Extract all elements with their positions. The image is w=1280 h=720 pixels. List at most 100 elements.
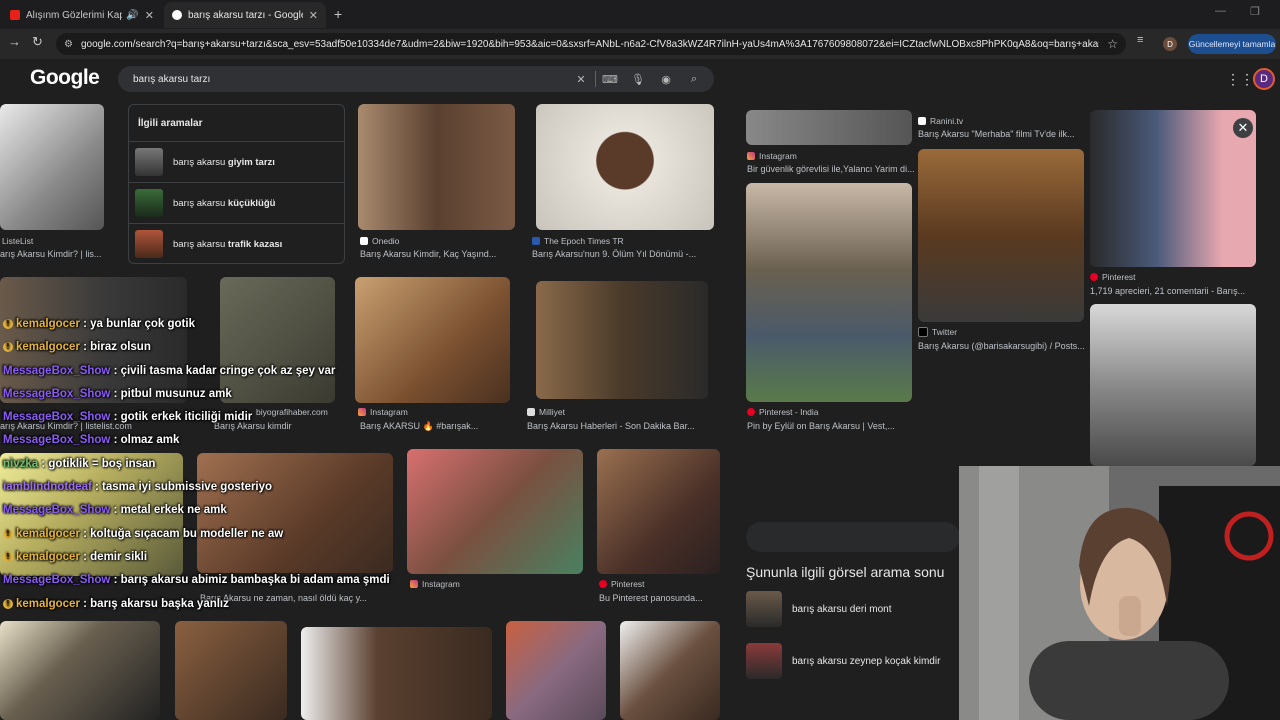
result-image-21[interactable] <box>1090 304 1256 466</box>
result-image-19[interactable] <box>918 149 1084 322</box>
chat-message: nivzka : gotiklik = boş insan <box>3 458 390 481</box>
chat-message: MessageBox_Show : çivili tasma kadar cri… <box>3 365 390 388</box>
clear-icon[interactable]: ✕ <box>567 73 595 86</box>
tab-search-icon[interactable]: ≡ <box>1137 34 1143 46</box>
visual-related-label: barış akarsu zeynep koçak kimdir <box>792 655 941 667</box>
result-title[interactable]: Barış Akarsu'nun 9. Ölüm Yıl Dönümü -... <box>532 249 717 259</box>
result-image-17[interactable] <box>746 110 912 145</box>
youtube-icon <box>10 10 20 20</box>
new-tab-icon[interactable]: + <box>334 6 342 22</box>
result-title[interactable]: arış Akarsu Kimdir? | lis... <box>0 249 110 259</box>
result-image-3[interactable] <box>536 104 714 230</box>
related-prefix: barış akarsu <box>173 197 226 209</box>
result-image-2[interactable] <box>358 104 515 230</box>
tab-youtube[interactable]: Alışınm Gözlerimi Kapamay 🔊 ✕ <box>2 2 162 28</box>
visual-related-label: barış akarsu deri mont <box>792 603 892 615</box>
close-icon[interactable]: ✕ <box>1233 118 1253 138</box>
result-source-row[interactable]: Twitter <box>918 327 957 337</box>
result-image-20[interactable] <box>1090 110 1256 267</box>
result-title[interactable]: Barış Akarsu (@barisakarsugibi) / Posts.… <box>918 341 1088 351</box>
visual-related-title: Şununla ilgili görsel arama sonu <box>746 564 945 580</box>
pinterest-icon <box>599 580 607 588</box>
lens-icon[interactable]: ◉ <box>652 73 680 86</box>
search-input[interactable]: barış akarsu tarzı ✕ ⌨ 🎙 ◉ ⌕ <box>118 66 714 92</box>
chat-message: ! kemalgocer : demir sikli <box>3 551 390 574</box>
address-bar[interactable]: ⚙ google.com/search?q=barış+akarsu+tarzı… <box>56 33 1126 55</box>
result-source-row[interactable]: Instagram <box>410 579 460 589</box>
milliyet-icon <box>527 408 535 416</box>
chat-text: : pitbul musunuz amk <box>110 387 232 400</box>
profile-icon[interactable]: D <box>1163 37 1177 51</box>
result-image-1[interactable] <box>0 104 104 230</box>
chat-message: ! kemalgocer : biraz olsun <box>3 341 390 364</box>
tab-google-search[interactable]: barış akarsu tarzı - Google'da A ✕ <box>164 2 326 28</box>
result-title[interactable]: Barış Akarsu Kimdir, Kaç Yaşınd... <box>360 249 520 259</box>
tab-close-icon[interactable]: ✕ <box>145 9 154 22</box>
chat-badge-icon: ! <box>3 528 13 539</box>
result-source-row[interactable]: Instagram <box>747 151 797 161</box>
result-image-15[interactable] <box>506 621 606 720</box>
instagram-icon <box>410 580 418 588</box>
result-image-10[interactable] <box>407 449 583 574</box>
visual-related-item[interactable]: barış akarsu deri mont <box>746 589 960 629</box>
result-source-row[interactable]: Pinterest - India <box>747 407 819 417</box>
result-title[interactable]: Barış Akarsu Haberleri - Son Dakika Bar.… <box>527 421 717 431</box>
result-source: The Epoch Times TR <box>544 236 624 246</box>
related-item[interactable]: barış akarsu giyim tarzı <box>129 141 344 182</box>
result-source[interactable]: ListeList <box>2 236 33 246</box>
related-item[interactable]: barış akarsu trafik kazası <box>129 223 344 264</box>
result-image-14[interactable] <box>301 627 492 720</box>
search-icon[interactable]: ⌕ <box>680 73 708 86</box>
result-title[interactable]: Bu Pinterest panosunda... <box>599 593 724 603</box>
reload-icon[interactable]: ↻ <box>32 34 43 50</box>
result-source: Pinterest <box>611 579 645 589</box>
visual-related-item[interactable]: barış akarsu zeynep koçak kimdir <box>746 641 960 681</box>
webcam-feed <box>959 466 1280 720</box>
audio-icon[interactable]: 🔊 <box>126 10 138 21</box>
result-source-row[interactable]: Milliyet <box>527 407 565 417</box>
result-source-row[interactable]: Pinterest <box>1090 272 1136 282</box>
update-button[interactable]: Güncellemeyi tamamla <box>1188 34 1276 54</box>
maximize-icon[interactable]: ❐ <box>1250 5 1260 18</box>
google-logo[interactable]: Google <box>30 66 100 90</box>
result-image-12[interactable] <box>0 621 160 720</box>
result-source-row[interactable]: Pinterest <box>599 579 645 589</box>
chat-username: MessageBox_Show <box>3 411 111 424</box>
minimize-icon[interactable]: — <box>1215 5 1226 17</box>
related-item[interactable]: barış akarsu küçüklüğü <box>129 182 344 223</box>
chat-username: nivzka <box>3 457 39 470</box>
site-info-icon[interactable]: ⚙ <box>64 39 73 50</box>
result-source-row[interactable]: Onedio <box>360 236 399 246</box>
ranini-icon <box>918 117 926 125</box>
microphone-icon[interactable]: 🎙 <box>624 73 652 86</box>
tab-close-icon[interactable]: ✕ <box>309 9 318 22</box>
result-title[interactable]: Barış Akarsu "Merhaba" filmi Tv'de ilk..… <box>918 129 1083 139</box>
avatar[interactable]: D <box>1253 68 1275 90</box>
webcam-overlay <box>959 466 1280 720</box>
chat-text: : metal erkek ne amk <box>110 504 227 517</box>
result-source: Instagram <box>422 579 460 589</box>
result-title[interactable]: Pin by Eylül on Barış Akarsu | Vest,... <box>747 421 917 431</box>
chat-text: : barış akarsu başka yanlız <box>79 597 229 610</box>
related-thumbnail <box>135 230 163 258</box>
result-image-11[interactable] <box>597 449 720 574</box>
result-source-row[interactable]: The Epoch Times TR <box>532 236 624 246</box>
result-image-18[interactable] <box>746 183 912 402</box>
result-image-7[interactable] <box>536 281 708 399</box>
result-image-13[interactable] <box>175 621 287 720</box>
epoch-times-icon <box>532 237 540 245</box>
forward-icon[interactable]: → <box>8 34 21 49</box>
result-title[interactable]: 1,719 aprecieri, 21 comentarii - Barış..… <box>1090 286 1260 296</box>
related-prefix: barış akarsu <box>173 238 226 250</box>
chat-username: MessageBox_Show <box>3 574 111 587</box>
result-source: Ranini.tv <box>930 116 964 126</box>
result-source-row[interactable]: Ranini.tv <box>918 116 963 126</box>
keyboard-icon[interactable]: ⌨ <box>596 73 624 86</box>
chat-username: MessageBox_Show <box>3 387 111 400</box>
bookmark-star-icon[interactable]: ☆ <box>1107 37 1118 51</box>
chat-username: kemalgocer <box>16 527 80 540</box>
result-image-16[interactable] <box>620 621 720 720</box>
visual-related-thumbnail <box>746 591 782 627</box>
more-results-bar[interactable] <box>746 522 960 552</box>
result-title[interactable]: Bir güvenlik görevlisi ile,Yalancı Yarim… <box>747 164 917 174</box>
